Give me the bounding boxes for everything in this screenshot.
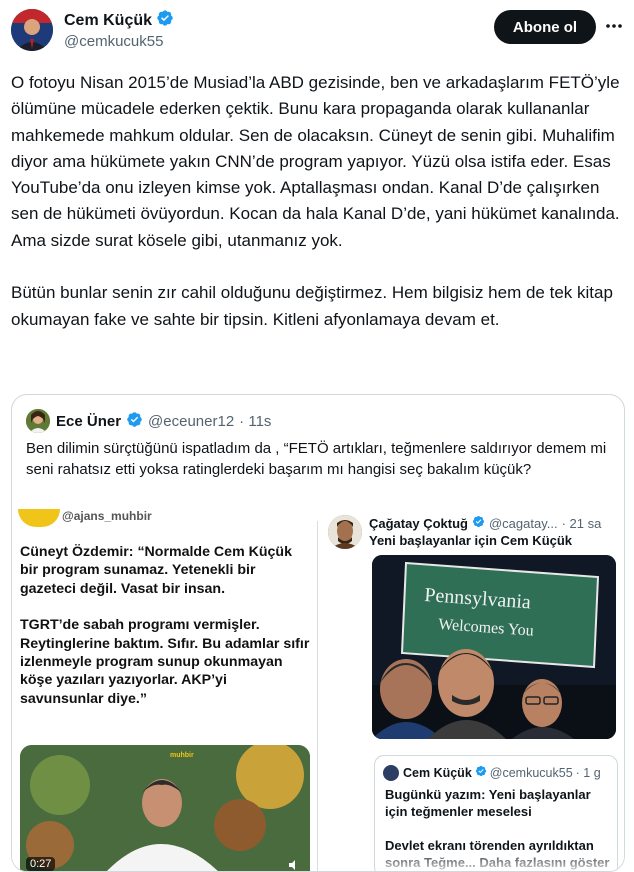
verified-badge-icon: [156, 9, 174, 32]
embedded-quoted-paragraph: Bugünkü yazım: Yeni başlayanlar için teğ…: [385, 787, 591, 819]
embedded-time: · 21 sa: [561, 515, 602, 531]
video-duration: 0:27: [26, 857, 56, 871]
embedded-quoted-avatar: [383, 765, 399, 781]
media-quote-text: Cüneyt Özdemir: “Normalde Cem Küçük bir …: [20, 543, 310, 708]
quoted-media-image[interactable]: @ajans_muhbir Cüneyt Özdemir: “Normalde …: [12, 507, 624, 871]
quoted-name[interactable]: Ece Üner: [56, 413, 121, 430]
author-name-row[interactable]: Cem Küçük: [64, 9, 174, 32]
embedded-quoted-tweet: Cem Küçük @cemkucuk55 · 1 g Bugünkü yazı…: [374, 755, 618, 871]
embedded-name: Çağatay Çoktuğ: [369, 515, 468, 531]
verified-badge-icon: [126, 411, 143, 432]
verified-badge-icon: [472, 515, 485, 531]
tweet-text: O fotoyu Nisan 2015’de Musiad’la ABD gez…: [11, 73, 620, 329]
quoted-time[interactable]: · 11s: [239, 413, 271, 430]
quoted-header: Ece Üner @eceuner12 · 11s: [56, 411, 271, 432]
media-source-handle: @ajans_muhbir: [62, 509, 152, 523]
quoted-avatar[interactable]: [26, 409, 50, 433]
embedded-avatar: [328, 515, 362, 549]
embedded-text: Yeni başlayanlar için Cem Küçük: [369, 533, 573, 548]
volume-icon[interactable]: [288, 859, 300, 871]
follow-button[interactable]: Abone ol: [494, 10, 596, 44]
quoted-tweet[interactable]: Ece Üner @eceuner12 · 11s Ben dilimin sü…: [11, 394, 625, 872]
embedded-quoted-time: · 1 g: [575, 765, 601, 780]
quoted-text: Ben dilimin sürçtüğünü ispatladım da , “…: [26, 440, 607, 478]
author-avatar[interactable]: [11, 9, 53, 51]
embedded-quoted-name: Cem Küçük: [403, 765, 472, 780]
embedded-header: Çağatay Çoktuğ @cagatay... · 21 sa: [369, 515, 601, 531]
author-handle[interactable]: @cemkucuk55: [64, 33, 163, 50]
fade-overlay: [375, 848, 617, 871]
media-quote-paragraph: Cüneyt Özdemir: “Normalde Cem Küçük bir …: [20, 544, 292, 597]
author-name[interactable]: Cem Küçük: [64, 12, 152, 30]
video-thumbnail[interactable]: muhbir: [20, 745, 310, 871]
media-divider: [317, 521, 318, 871]
quoted-handle[interactable]: @eceuner12: [148, 413, 234, 430]
verified-badge-icon: [475, 765, 487, 780]
embedded-quoted-handle: @cemkucuk55: [489, 765, 573, 780]
more-icon[interactable]: [602, 14, 626, 38]
media-quote-paragraph: TGRT’de sabah programı vermişler. Reytin…: [20, 617, 310, 707]
embedded-quoted-header: Cem Küçük @cemkucuk55 · 1 g: [403, 765, 601, 780]
video-watermark: muhbir: [170, 752, 194, 759]
embedded-handle: @cagatay...: [488, 515, 558, 531]
embedded-photo: Pennsylvania Welcomes You: [372, 555, 616, 739]
muhbir-logo-icon: [18, 509, 60, 527]
